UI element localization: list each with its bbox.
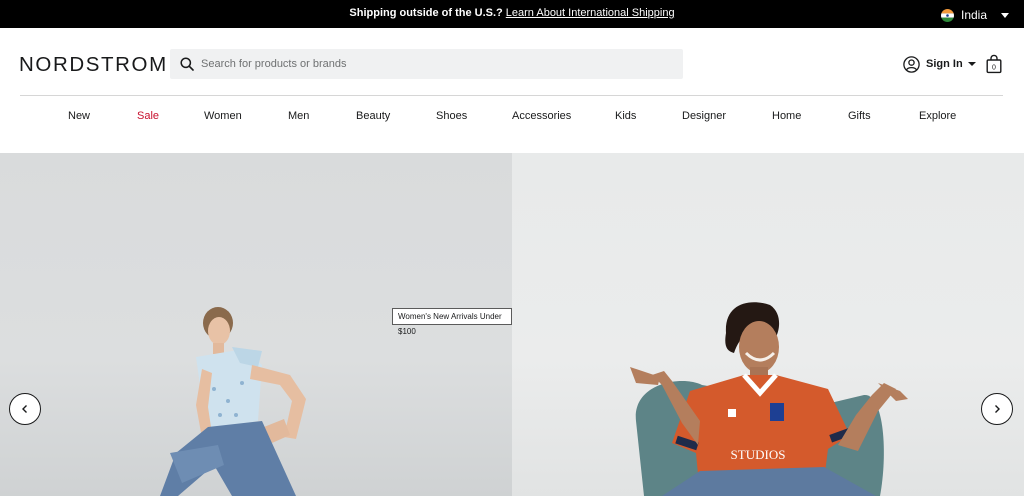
shopping-bag-icon[interactable]: 0 [985,54,1003,74]
country-label: India [961,8,988,22]
chevron-down-icon [1001,12,1010,18]
nav-item-designer[interactable]: Designer [682,110,726,122]
hero-carousel: Women's New Arrivals Under $100 STUDIOS [0,153,1024,496]
hero-image-men: STUDIOS [630,302,908,496]
nav-item-women[interactable]: Women [204,110,242,122]
international-shipping-link[interactable]: Learn About International Shipping [506,7,675,19]
india-flag-icon [941,8,954,22]
carousel-next-button[interactable] [981,393,1013,425]
svg-text:0: 0 [992,64,996,71]
account-icon [903,55,920,73]
sign-in-label: Sign In [926,58,963,70]
nav-item-kids[interactable]: Kids [615,110,636,122]
hero-slide-men[interactable]: STUDIOS [512,153,1024,496]
nav-item-gifts[interactable]: Gifts [848,110,871,122]
nav-item-men[interactable]: Men [288,110,309,122]
chevron-down-icon [967,62,976,66]
shipping-banner: Shipping outside of the U.S.? Learn About… [0,0,1024,28]
search-icon [180,57,194,71]
nav-item-home[interactable]: Home [772,110,801,122]
hero-tooltip: Women's New Arrivals Under $100 [392,308,512,336]
hero-slide-women[interactable]: Women's New Arrivals Under $100 [0,153,512,496]
main-navigation: New Sale Women Men Beauty Shoes Accessor… [0,110,1024,128]
nav-item-accessories[interactable]: Accessories [512,110,571,122]
jersey-text: STUDIOS [731,447,786,462]
nav-item-new[interactable]: New [68,110,90,122]
nav-item-explore[interactable]: Explore [919,110,956,122]
banner-text: Shipping outside of the U.S.? [349,7,503,19]
search-bar[interactable] [170,49,683,79]
carousel-prev-button[interactable] [9,393,41,425]
country-selector[interactable]: India [941,7,1010,23]
search-input[interactable] [201,58,661,70]
header-divider [20,95,1003,96]
banner-message: Shipping outside of the U.S.? Learn About… [0,7,1024,19]
nav-item-beauty[interactable]: Beauty [356,110,390,122]
nav-item-sale[interactable]: Sale [137,110,159,122]
sign-in-button[interactable]: Sign In [903,54,976,74]
nordstrom-logo[interactable]: NORDSTROM [19,53,168,77]
chevron-left-icon [22,405,27,413]
chevron-right-icon [995,405,1000,413]
nav-item-shoes[interactable]: Shoes [436,110,467,122]
